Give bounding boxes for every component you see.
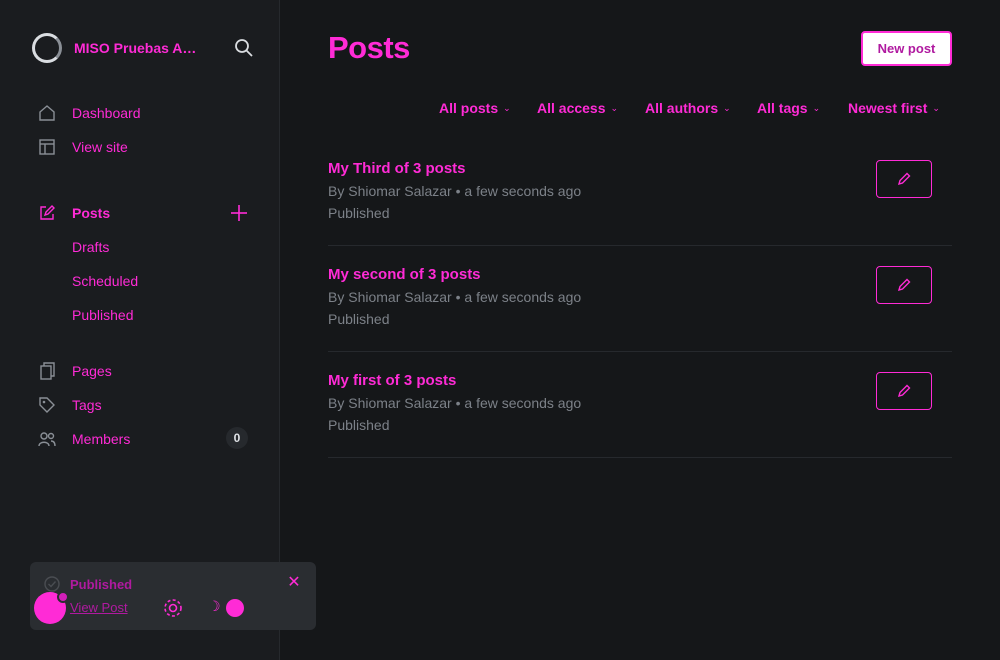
chevron-down-icon: ⌄ [610, 102, 619, 113]
chevron-down-icon: ⌄ [723, 102, 731, 113]
filter-authors[interactable]: All authors ⌄ [645, 100, 731, 116]
layout-icon [38, 138, 56, 156]
sidebar-item-label: View site [72, 139, 128, 155]
toast-title: Published [70, 577, 133, 592]
post-title[interactable]: My Third of 3 posts [328, 160, 466, 177]
pencil-icon [897, 384, 911, 398]
filter-label: All posts [439, 100, 499, 116]
sidebar-item-scheduled[interactable]: Scheduled [32, 264, 252, 298]
sidebar-item-label: Posts [72, 205, 111, 221]
content-nav: Pages Tags Members 0 [32, 354, 252, 456]
edit-post-button[interactable] [876, 266, 932, 304]
sidebar-item-pages[interactable]: Pages [32, 354, 252, 388]
site-header: MISO Pruebas Automatizadas [32, 32, 253, 64]
post-title[interactable]: My first of 3 posts [328, 372, 456, 389]
avatar[interactable] [34, 591, 69, 624]
list-item[interactable]: My first of 3 posts By Shiomar Salazar •… [328, 352, 952, 458]
filter-label: Newest first [848, 100, 928, 116]
filter-label: All tags [757, 100, 808, 116]
post-meta: By Shiomar Salazar • a few seconds ago [328, 183, 582, 199]
new-post-button[interactable]: New post [861, 31, 952, 66]
filter-label: All authors [645, 100, 719, 116]
published-toast: Published View Post ✕ [30, 562, 316, 630]
post-list: My Third of 3 posts By Shiomar Salazar •… [328, 140, 952, 458]
sidebar-item-published[interactable]: Published [32, 298, 252, 332]
edit-icon [38, 204, 56, 222]
sidebar-item-members[interactable]: Members 0 [32, 422, 252, 456]
chevron-down-icon: ⌄ [812, 102, 821, 113]
pencil-icon [897, 278, 911, 292]
sidebar-item-drafts[interactable]: Drafts [32, 230, 252, 264]
sidebar-item-view-site[interactable]: View site [32, 130, 252, 164]
new-post-plus-icon[interactable] [230, 204, 248, 222]
list-item[interactable]: My second of 3 posts By Shiomar Salazar … [328, 246, 952, 352]
list-item[interactable]: My Third of 3 posts By Shiomar Salazar •… [328, 140, 952, 246]
filter-label: All access [537, 100, 606, 116]
edit-post-button[interactable] [876, 160, 932, 198]
status-badge: Published [328, 311, 390, 327]
close-icon[interactable]: ✕ [286, 575, 302, 591]
dark-mode-toggle[interactable] [226, 599, 244, 617]
gear-icon[interactable] [162, 597, 184, 619]
check-circle-icon [44, 576, 60, 592]
post-meta: By Shiomar Salazar • a few seconds ago [328, 395, 582, 411]
sidebar-item-label: Scheduled [72, 273, 139, 289]
notification-dot [57, 591, 69, 603]
search-icon[interactable] [232, 36, 256, 60]
pages-icon [38, 362, 56, 380]
members-icon [38, 430, 56, 448]
members-count-badge: 0 [226, 427, 248, 449]
status-badge: Published [328, 205, 390, 221]
sidebar-item-label: Published [72, 307, 134, 323]
view-post-link[interactable]: View Post [70, 600, 128, 615]
post-title[interactable]: My second of 3 posts [328, 266, 481, 283]
filter-type[interactable]: All posts ⌄ [439, 100, 511, 116]
chevron-down-icon: ⌄ [503, 102, 511, 113]
site-name[interactable]: MISO Pruebas Automatizadas [74, 40, 204, 56]
sidebar: MISO Pruebas Automatizadas Dashboard Vie… [0, 0, 316, 660]
filter-access[interactable]: All access ⌄ [537, 100, 618, 116]
moon-icon: ☽ [208, 598, 221, 614]
site-logo[interactable] [32, 33, 62, 63]
sidebar-item-label: Members [72, 431, 131, 447]
pencil-icon [897, 172, 911, 186]
filter-sort[interactable]: Newest first ⌄ [848, 100, 940, 116]
edit-post-button[interactable] [876, 372, 932, 410]
filter-bar: All posts ⌄ All access ⌄ All authors ⌄ All … [0, 100, 1000, 122]
sidebar-item-posts[interactable]: Posts [32, 196, 252, 230]
tag-icon [38, 396, 56, 414]
page-title: Posts [328, 30, 410, 65]
status-badge: Published [328, 417, 390, 433]
sidebar-item-label: Pages [72, 363, 112, 379]
post-meta: By Shiomar Salazar • a few seconds ago [328, 289, 582, 305]
filter-tags[interactable]: All tags ⌄ [757, 100, 820, 116]
chevron-down-icon: ⌄ [932, 102, 940, 113]
posts-nav: Posts Drafts Scheduled Published [32, 196, 252, 332]
sidebar-item-tags[interactable]: Tags [32, 388, 252, 422]
sidebar-item-label: Drafts [72, 239, 110, 255]
sidebar-item-label: Tags [72, 397, 102, 413]
